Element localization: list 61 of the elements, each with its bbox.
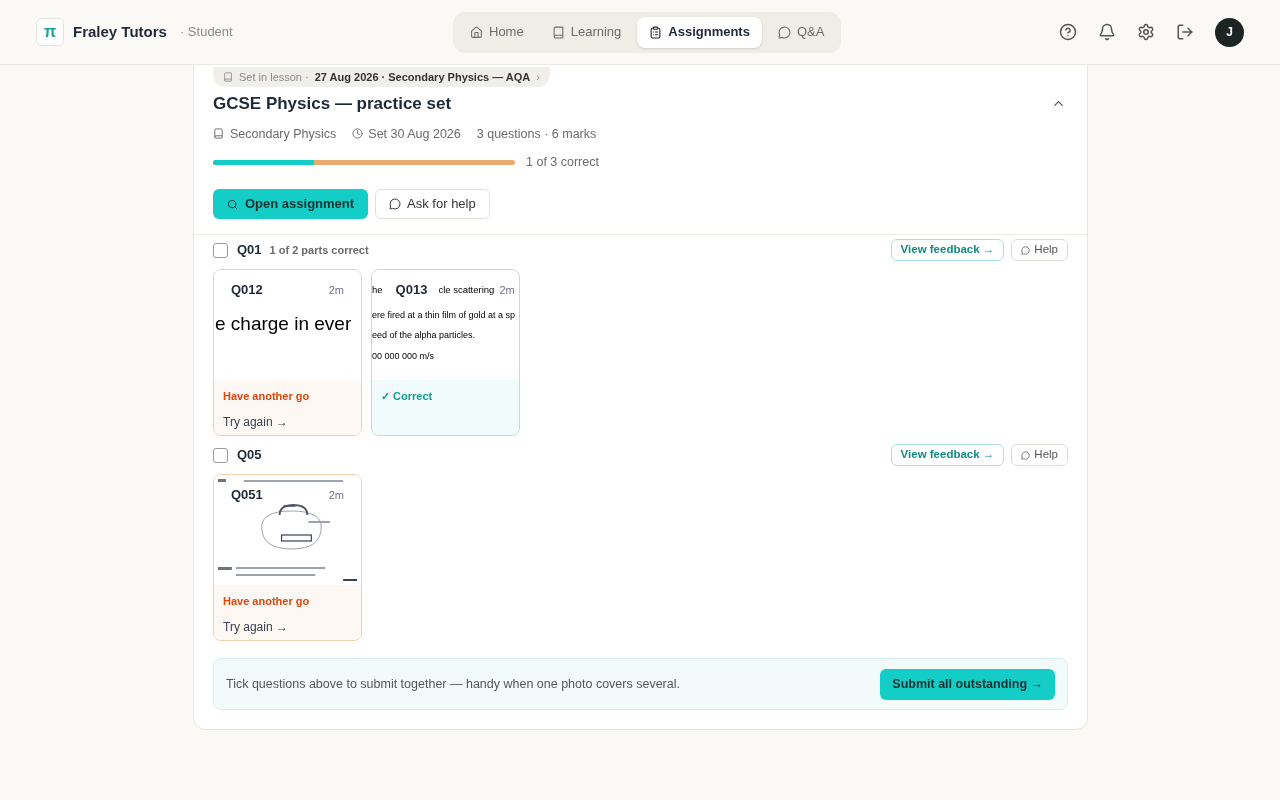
question-label: Q05 [237,446,262,465]
progress-reading: 1 of 3 correct [526,154,599,172]
time-label: 2m [499,282,515,298]
breadcrumb-prefix: Set in lesson · [239,69,309,85]
nav-tab[interactable]: Assignments [637,16,762,48]
question-preview-text: he [372,282,383,297]
question-preview-text: e charge in ever [215,312,352,334]
try-again-link[interactable]: Try again → [223,412,288,431]
nav-tab[interactable]: Home [458,16,536,48]
breadcrumb-pill[interactable]: Set in lesson · 27 Aug 2026 · Secondary Physics — AQA › [213,67,550,87]
view-feedback-button[interactable]: View feedback → [890,444,1005,466]
question-checkbox[interactable] [213,242,228,258]
chat-icon [1021,450,1031,460]
status-label: Have another go [223,594,311,609]
role-label: · Student [179,23,233,42]
logout-icon[interactable] [1176,23,1194,41]
brand-name: Fraley Tutors [73,21,167,42]
submit-hint: Tick questions above to submit together — handy when one photo covers several. [226,675,680,693]
question-preview-text: cle scattering [438,282,495,297]
question-checkbox[interactable] [213,447,228,463]
part-label: Q051 [231,486,263,504]
help-button[interactable]: Help [1011,239,1068,261]
status-label: ✓ Correct [381,389,434,404]
avatar[interactable]: J [1215,17,1244,47]
home-icon [470,25,483,39]
book-icon [213,128,224,140]
search-icon [227,198,238,210]
question-label: Q01 [237,241,262,260]
help-button[interactable]: Help [1011,444,1068,466]
chat-icon [1021,245,1031,255]
breadcrumb-detail: 27 Aug 2026 · Secondary Physics — AQA [314,69,531,85]
question-note: 1 of 2 parts correct [269,242,369,258]
time-label: 2m [328,487,344,503]
settings-icon[interactable] [1137,23,1155,41]
try-again-link[interactable]: Try again → [223,617,288,636]
subject-label: Secondary Physics [230,125,337,143]
time-label: 2m [328,282,344,298]
notification-icon[interactable] [1098,23,1116,41]
breadcrumb-arrow: › [536,69,540,85]
question-count: 3 questions · 6 marks [476,125,597,143]
set-date: Set 30 Aug 2026 [368,125,461,143]
part-label: Q012 [231,281,263,299]
nav-tab[interactable]: Learning [539,16,634,48]
open-assignment-button[interactable]: Open assignment [213,189,369,219]
help-icon[interactable] [1059,23,1077,41]
part-label: Q013 [395,281,428,299]
question-preview-text: ere fired at a thin film of gold at a sp [372,308,516,322]
status-label: Have another go [223,389,311,404]
book-icon [223,72,233,82]
submit-all-button[interactable]: Submit all outstanding → [880,668,1055,700]
chat-icon [777,25,791,39]
question-preview-text: eed of the alpha particles. [372,329,476,342]
nav-tab[interactable]: Q&A [765,16,837,48]
assignment-title: GCSE Physics — practice set [213,93,452,115]
question-preview-text: 00 000 000 m/s [372,349,435,363]
clipboard-icon [649,25,663,39]
view-feedback-button[interactable]: View feedback → [890,239,1005,261]
ask-help-button[interactable]: Ask for help [375,189,490,219]
clock-icon [352,128,364,140]
book-icon [551,25,565,39]
chat-icon [389,198,402,210]
